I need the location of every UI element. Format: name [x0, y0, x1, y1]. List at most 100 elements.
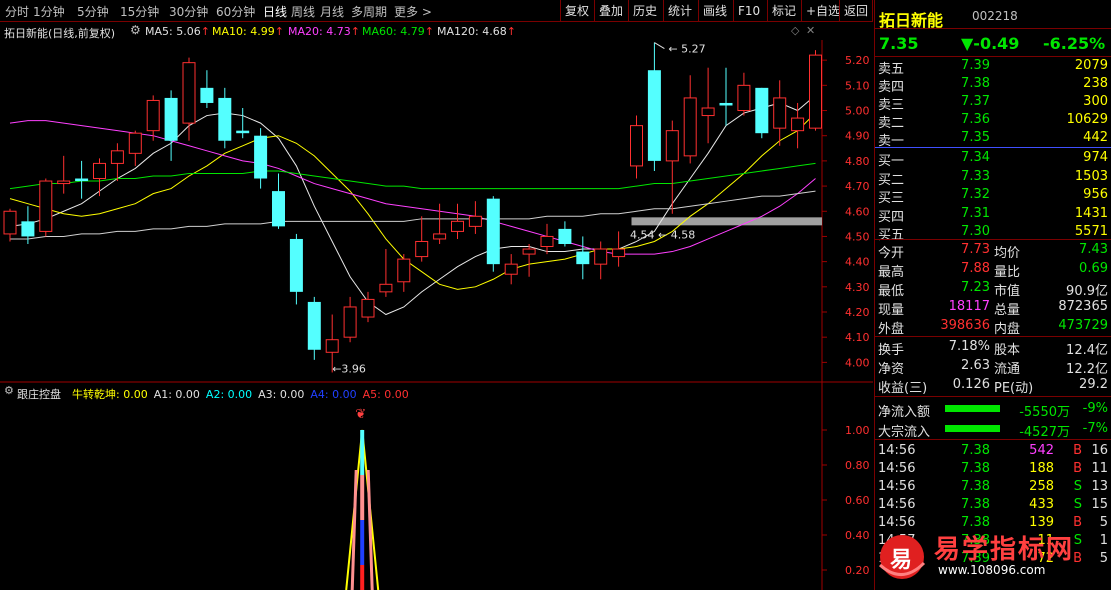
candle-body [504, 263, 518, 275]
y-tick-label: 4.00 [845, 356, 870, 369]
price-axis: 5.20 5.10 5.00 4.90 4.80 4.70 4.60 4.50 4.40 4.30… [332, 42, 870, 375]
flow-value: -4527万 [1019, 425, 1070, 440]
candle-body [558, 228, 572, 244]
stat-value: 12.2亿 [1066, 362, 1108, 377]
candle-body [791, 117, 805, 132]
stat-value: 7.18% [948, 339, 990, 354]
bid-label: 买二 [878, 172, 905, 188]
y-tick-label: 4.60 [845, 205, 870, 218]
stat-value: 7.23 [961, 280, 990, 295]
candle-body [755, 87, 769, 134]
candle-body [182, 62, 196, 124]
bid-price: 7.31 [961, 205, 990, 221]
trade-price: 7.38 [961, 461, 990, 476]
trade-volume: 188 [1029, 461, 1054, 476]
stat-label: 流通 [994, 362, 1021, 377]
bid-volume: 1431 [1074, 205, 1108, 221]
candle-body [110, 150, 124, 164]
indicator-value: A3: 0.00 [258, 388, 305, 401]
trade-volume: 258 [1029, 479, 1054, 494]
candle-body [289, 238, 303, 292]
indicator-panel: 1.00 0.80 0.60 0.40 0.20 ❦ [345, 407, 870, 590]
bid-price: 7.30 [961, 224, 990, 239]
bid-price: 7.32 [961, 187, 990, 202]
flow-label: 大宗流入 [878, 425, 931, 440]
candle-body [254, 135, 268, 179]
candle-body [379, 283, 393, 293]
indicator-name: 跟庄控盘 [17, 388, 61, 401]
candle-body [594, 248, 608, 265]
candle-body [576, 251, 590, 265]
candle-body [21, 221, 35, 237]
bid-price: 7.33 [961, 168, 990, 184]
trade-time: 14:56 [878, 461, 916, 476]
stat-value: 0.126 [952, 377, 990, 392]
watermark-logo: 易 [890, 548, 913, 573]
candle-body [540, 235, 554, 248]
candle-body [773, 97, 787, 129]
stat-label: 股本 [994, 343, 1021, 358]
stock-code: 002218 [972, 9, 1018, 23]
stat-value: 7.73 [961, 242, 990, 257]
bid-volume: 5571 [1074, 224, 1108, 239]
candle-body [612, 248, 626, 258]
watermark-title: 易学指标网 [934, 535, 1075, 565]
candle-body [522, 248, 536, 255]
candle-body [361, 298, 375, 318]
flow-value: -5550万 [1019, 405, 1070, 420]
candle-body [343, 306, 357, 338]
watermark-url: www.108096.com [938, 563, 1046, 577]
candle-body [701, 107, 715, 117]
trade-row: 14:56 7.38 433 S 15 [875, 496, 1111, 514]
stat-value: 2.63 [961, 358, 990, 373]
bid-row: 买三 7.32 956 [875, 186, 1111, 206]
ask-price: 7.38 [961, 76, 990, 91]
stats2-row: 净资 2.63 流通 12.2亿 [875, 357, 1111, 377]
quote-panel: 拓日新能 002218 7.35 ▼-0.49 -6.25% 卖五 7.39 207… [874, 0, 1111, 590]
candle-body [809, 54, 822, 129]
stat-value: 18117 [948, 299, 990, 314]
ask-price: 7.39 [961, 58, 990, 73]
stats2-row: 换手 7.18% 股本 12.4亿 [875, 338, 1111, 358]
ask-volume: 300 [1083, 94, 1108, 109]
ind-tick-label: 0.80 [845, 459, 870, 472]
ask-volume: 238 [1083, 76, 1108, 91]
flow-label: 净流入额 [878, 405, 931, 420]
indicator-settings-icon[interactable]: ⚙ [4, 384, 14, 397]
y-tick-label: 4.30 [845, 281, 870, 294]
stat-label: 总量 [994, 303, 1021, 318]
butterfly-icon: ❦ [355, 407, 366, 422]
indicator-value: 牛转乾坤: 0.00 [72, 388, 148, 401]
spike-side [350, 469, 358, 590]
y-tick-label: 4.70 [845, 180, 870, 193]
stat-label: 现量 [878, 303, 905, 318]
stat-label: 均价 [994, 246, 1021, 261]
ask-row: 卖三 7.37 300 [875, 93, 1111, 113]
candle-body [433, 233, 447, 240]
bid-label: 买三 [878, 191, 905, 206]
candle-body [325, 339, 339, 353]
candle-body [451, 220, 464, 232]
trade-count: 13 [1091, 479, 1108, 494]
bid-volume: 1503 [1074, 168, 1108, 184]
stat-value: 12.4亿 [1066, 343, 1108, 358]
candle-body [665, 130, 679, 162]
high-arrow [654, 42, 665, 49]
trade-row: 14:56 7.38 188 B 11 [875, 460, 1111, 478]
stat-label: 内盘 [994, 322, 1021, 337]
bid-volume: 956 [1083, 187, 1108, 202]
stats-row: 最低 7.23 市值 90.9亿 [875, 279, 1111, 299]
trade-volume: 542 [1029, 443, 1054, 458]
last-price: 7.35 [879, 34, 919, 53]
candle-body [630, 125, 643, 167]
candle-body [39, 180, 53, 232]
kline-chart[interactable]: 5.20 5.10 5.00 4.90 4.80 4.70 4.60 4.50 4.40 4.30… [0, 0, 873, 590]
spike-side [366, 469, 374, 590]
bid-volume: 974 [1083, 150, 1108, 165]
candle-body [128, 132, 142, 154]
trade-row: 14:56 7.38 258 S 13 [875, 478, 1111, 496]
candle-body [486, 198, 500, 265]
candle-body [3, 210, 17, 235]
y-tick-label: 4.80 [845, 155, 870, 168]
indicator-values: 牛转乾坤: 0.00 A1: 0.00 A2: 0.00 A3: 0.00 A4: 0.… [72, 386, 415, 402]
